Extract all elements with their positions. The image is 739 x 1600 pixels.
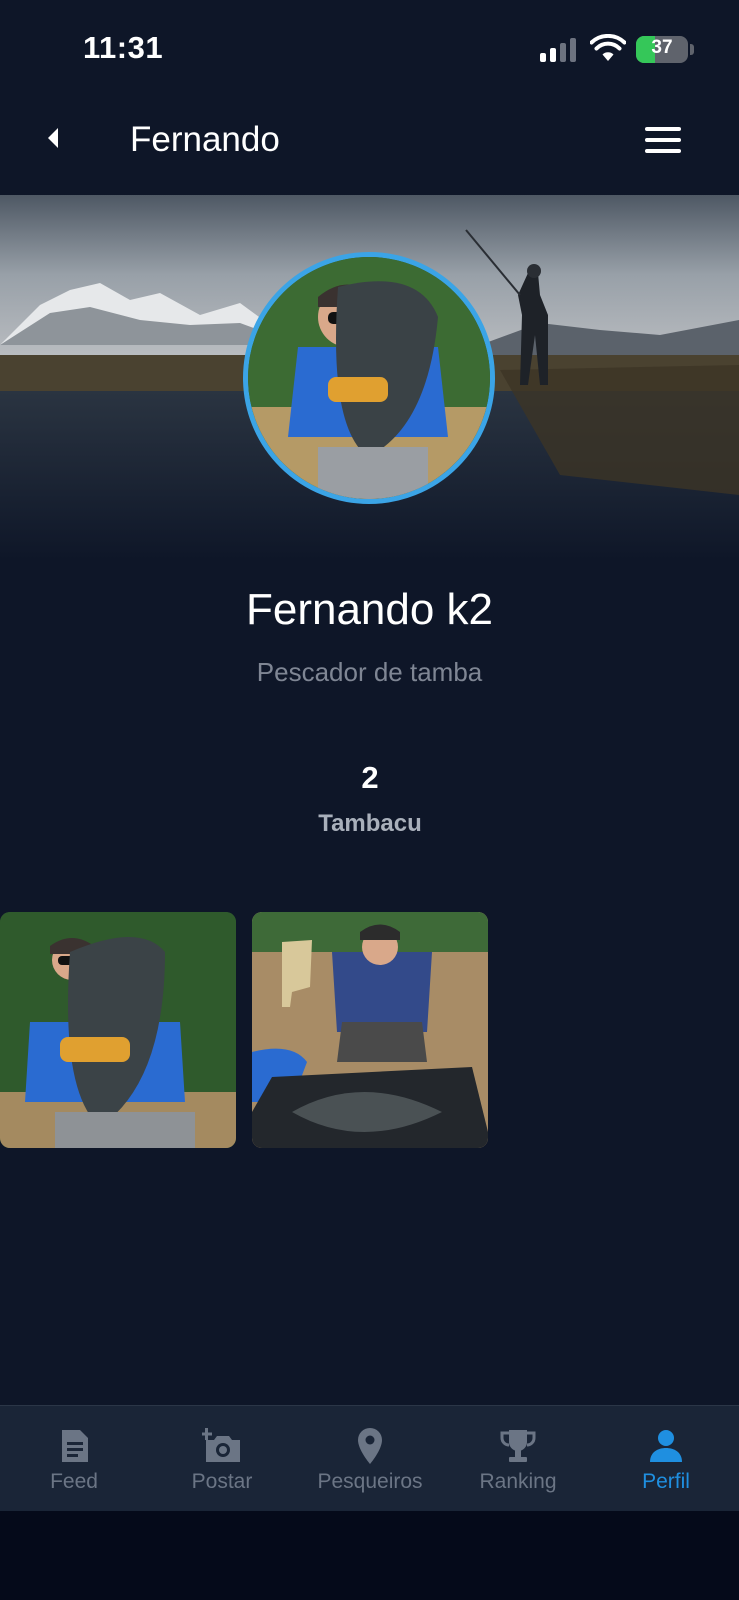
back-button[interactable]	[36, 121, 70, 155]
tab-ranking[interactable]: Ranking	[444, 1406, 592, 1512]
avatar-photo	[248, 257, 490, 499]
trophy-icon	[500, 1430, 536, 1462]
add-camera-icon	[202, 1428, 240, 1462]
home-indicator-area	[0, 1511, 739, 1600]
post-thumbnail[interactable]	[0, 912, 236, 1148]
map-pin-icon	[358, 1428, 382, 1464]
chevron-left-icon	[48, 128, 58, 148]
status-bar: 11:31 37	[0, 0, 739, 95]
tab-label: Perfil	[642, 1470, 690, 1493]
menu-button[interactable]	[645, 127, 681, 153]
profile-bio: Pescador de tamba	[256, 657, 483, 687]
battery-cap	[690, 44, 694, 55]
page-title: Fernando	[130, 120, 280, 159]
person-icon	[650, 1430, 682, 1462]
tab-label: Ranking	[479, 1470, 557, 1493]
document-icon	[62, 1430, 88, 1462]
tab-pesqueiros[interactable]: Pesqueiros	[296, 1406, 444, 1512]
profile-screen: 11:31 37 Fernando Fernando k2 Pescador d…	[0, 0, 739, 1600]
stat-count: 2	[361, 760, 379, 795]
tab-label: Feed	[50, 1470, 98, 1493]
tab-feed[interactable]: Feed	[0, 1406, 148, 1512]
battery-icon: 37	[636, 36, 688, 63]
tab-label: Pesqueiros	[317, 1470, 423, 1493]
wifi-icon	[590, 34, 626, 61]
status-time: 11:31	[83, 30, 164, 65]
post-photo-man-holding-fish	[0, 912, 236, 1148]
cellular-signal-icon	[540, 38, 578, 62]
stat-label: Tambacu	[318, 810, 422, 837]
battery-level: 37	[651, 37, 673, 58]
tab-perfil[interactable]: Perfil	[592, 1406, 739, 1512]
bottom-tab-bar: Feed Postar Pesqueiros Ranking Perfil	[0, 1405, 739, 1511]
post-thumbnail[interactable]	[252, 912, 488, 1148]
profile-avatar[interactable]	[243, 252, 495, 504]
post-photo-man-with-fish-on-ground	[252, 912, 488, 1148]
top-navigation-bar: Fernando	[0, 95, 739, 195]
tab-postar[interactable]: Postar	[148, 1406, 296, 1512]
profile-name: Fernando k2	[245, 585, 494, 634]
tab-label: Postar	[191, 1470, 253, 1493]
